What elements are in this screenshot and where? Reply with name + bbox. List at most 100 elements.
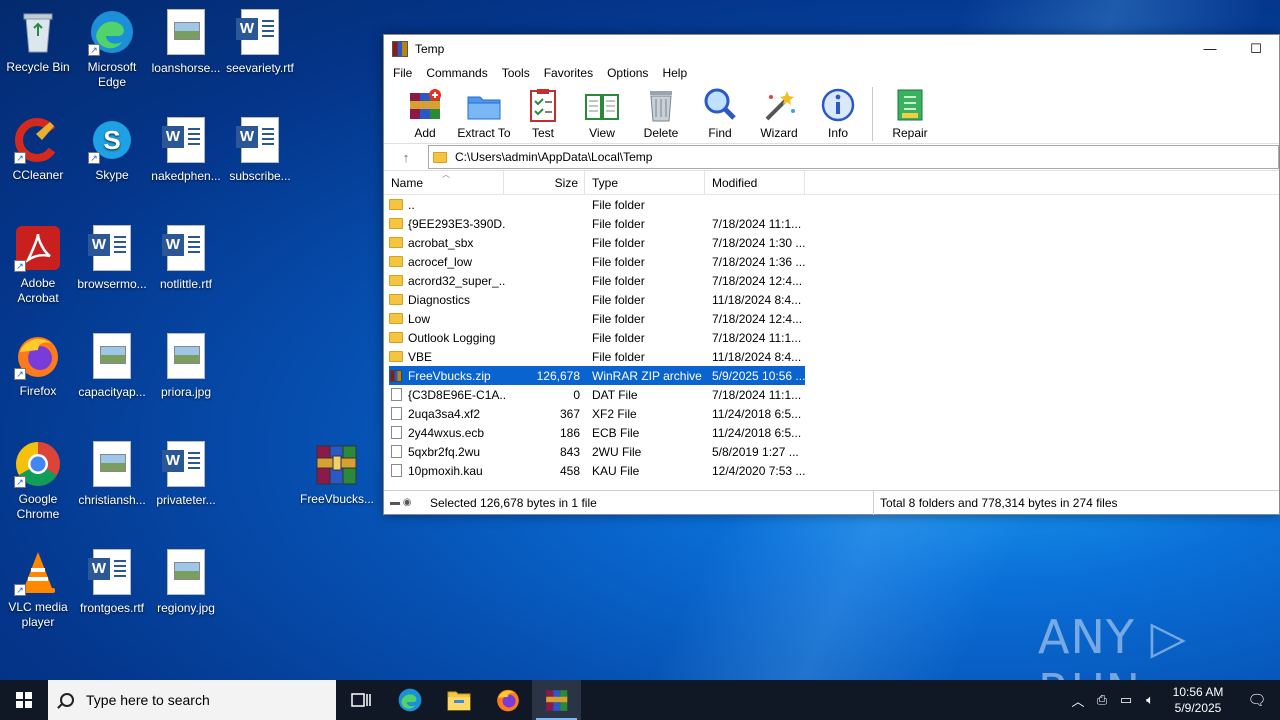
file-size: 0 (573, 387, 580, 402)
desktop-icon-loanshorse[interactable]: loanshorse... (148, 8, 224, 76)
word-document-icon (162, 117, 210, 165)
desktop-icon-edge[interactable]: ↗ Microsoft Edge (74, 8, 150, 90)
menu-tools[interactable]: Tools (495, 66, 537, 80)
delete-button[interactable]: Delete (632, 85, 690, 140)
desktop-icon-frontgoes[interactable]: frontgoes.rtf (74, 548, 150, 616)
winrar-app-icon (392, 41, 408, 57)
view-label: View (589, 126, 615, 140)
column-modified[interactable]: Modified (705, 170, 805, 195)
desktop-icon-chrome[interactable]: ↗ Google Chrome (0, 440, 76, 522)
chevron-up-icon[interactable]: ︿ (1066, 691, 1090, 710)
column-type[interactable]: Type (585, 170, 705, 195)
file-row[interactable]: 2uqa3sa4.xf2 367 XF2 File 11/24/2018 6:5... (389, 404, 805, 423)
desktop-icon-privateter[interactable]: privateter... (148, 440, 224, 508)
minimize-button[interactable]: — (1187, 35, 1233, 63)
winrar-archive-icon (313, 440, 361, 488)
file-name: .. (408, 197, 415, 212)
file-row[interactable]: Diagnostics File folder 11/18/2024 8:4... (389, 290, 805, 309)
menu-options[interactable]: Options (600, 66, 655, 80)
taskbar-winrar[interactable] (532, 680, 581, 720)
desktop-icon-skype[interactable]: S ↗ Skype (74, 116, 150, 183)
desktop-icon-capacityap[interactable]: capacityap... (74, 332, 150, 400)
file-row[interactable]: 5qxbr2fq.2wu 843 2WU File 5/8/2019 1:27 ... (389, 442, 805, 461)
desktop-icon-browsermo[interactable]: browsermo... (74, 224, 150, 292)
desktop-icon-label: Recycle Bin (6, 60, 70, 74)
repair-icon (892, 87, 928, 123)
test-button[interactable]: Test (514, 85, 572, 140)
file-row[interactable]: acrobat_sbx File folder 7/18/2024 1:30 ... (389, 233, 805, 252)
file-name: {C3D8E96E-C1A... (408, 387, 505, 402)
column-size[interactable]: Size (504, 170, 585, 195)
file-row[interactable]: {9EE293E3-390D... File folder 7/18/2024 11… (389, 214, 805, 233)
volume-icon[interactable]: 🔈︎ (1138, 692, 1162, 708)
image-file-icon (162, 333, 210, 381)
task-view-icon (350, 693, 371, 707)
extract-to-button[interactable]: Extract To (455, 85, 513, 140)
file-row[interactable]: FreeVbucks.zip 126,678 WinRAR ZIP archive 5… (389, 366, 805, 385)
network-icon[interactable]: ▭ (1114, 692, 1138, 708)
desktop-icon-subscribe[interactable]: subscribe... (222, 116, 298, 184)
file-row[interactable]: Low File folder 7/18/2024 12:4... (389, 309, 805, 328)
file-row[interactable]: acrocef_low File folder 7/18/2024 1:36 ... (389, 252, 805, 271)
test-label: Test (531, 126, 554, 140)
taskbar-edge[interactable] (385, 680, 434, 720)
taskbar-firefox[interactable] (483, 680, 532, 720)
desktop-icon-freevbucks[interactable]: FreeVbucks... (299, 440, 375, 507)
search-icon (60, 693, 74, 707)
clock[interactable]: 10:56 AM 5/9/2025 (1162, 684, 1234, 716)
add-button[interactable]: Add (396, 85, 454, 140)
desktop-icon-seevariety[interactable]: seevariety.rtf (222, 8, 298, 76)
start-button[interactable] (0, 680, 48, 720)
winrar-window[interactable]: Temp — ☐ File Commands Tools Favorites O… (383, 34, 1280, 515)
drive-icon[interactable]: ▬ ◉ (390, 497, 422, 508)
file-row[interactable]: {C3D8E96E-C1A... 0 DAT File 7/18/2024 11:1.… (389, 385, 805, 404)
desktop-icon-regiony[interactable]: regiony.jpg (148, 548, 224, 616)
file-type: File folder (592, 349, 645, 364)
file-row[interactable]: Outlook Logging File folder 7/18/2024 11:1… (389, 328, 805, 347)
desktop-icon-label: Adobe Acrobat (17, 276, 59, 305)
menu-help[interactable]: Help (655, 66, 694, 80)
file-row[interactable]: 10pmoxih.kau 458 KAU File 12/4/2020 7:53 ..… (389, 461, 805, 480)
desktop-icon-vlc[interactable]: ↗ VLC media player (0, 548, 76, 630)
file-row[interactable]: .. File folder (389, 195, 805, 214)
desktop-icon-label: Google Chrome (16, 492, 60, 521)
taskbar-search-box[interactable]: Type here to search (48, 680, 336, 720)
folder-icon (389, 332, 403, 343)
wizard-label: Wizard (760, 126, 798, 140)
word-document-icon (88, 225, 136, 273)
repair-button[interactable]: Repair (881, 85, 939, 140)
desktop-icon-recycle-bin[interactable]: Recycle Bin (0, 8, 76, 75)
menu-favorites[interactable]: Favorites (537, 66, 600, 80)
up-arrow-icon[interactable]: ↑ (384, 150, 428, 165)
task-view-button[interactable] (336, 680, 385, 720)
find-button[interactable]: Find (691, 85, 749, 140)
sort-ascending-icon: ︿ (442, 170, 450, 179)
file-row[interactable]: VBE File folder 11/18/2024 8:4... (389, 347, 805, 366)
device-icon[interactable]: ⎙ (1090, 692, 1114, 708)
file-name: VBE (408, 349, 433, 364)
desktop-icon-priora[interactable]: priora.jpg (148, 332, 224, 400)
desktop-icon-label: regiony.jpg (157, 601, 215, 615)
desktop-icon-nakedphen[interactable]: nakedphen... (148, 116, 224, 184)
desktop-icon-ccleaner[interactable]: ↗ CCleaner (0, 116, 76, 183)
file-row[interactable]: acrord32_super_... File folder 7/18/2024 1… (389, 271, 805, 290)
info-button[interactable]: Info (809, 85, 867, 140)
file-row[interactable]: 2y44wxus.ecb 186 ECB File 11/24/2018 6:5... (389, 423, 805, 442)
file-type: DAT File (592, 387, 638, 402)
desktop-icon-christiansh[interactable]: christiansh... (74, 440, 150, 508)
wizard-button[interactable]: Wizard (750, 85, 808, 140)
menu-file[interactable]: File (386, 66, 419, 80)
maximize-button[interactable]: ☐ (1233, 35, 1279, 63)
folder-icon (389, 199, 403, 210)
notification-icon[interactable]: 🗨︎ (1234, 691, 1280, 709)
title-bar[interactable]: Temp — ☐ (384, 35, 1279, 63)
menu-commands[interactable]: Commands (419, 66, 494, 80)
vlc-icon: ↗ (14, 548, 62, 596)
desktop-icon-notlittle[interactable]: notlittle.rtf (148, 224, 224, 292)
taskbar-file-explorer[interactable] (434, 680, 483, 720)
desktop-icon-firefox[interactable]: ↗ Firefox (0, 332, 76, 399)
file-size: 186 (559, 425, 580, 440)
view-button[interactable]: View (573, 85, 631, 140)
path-field[interactable]: C:\Users\admin\AppData\Local\Temp (428, 145, 1279, 169)
desktop-icon-adobe-acrobat[interactable]: ↗ Adobe Acrobat (0, 224, 76, 306)
